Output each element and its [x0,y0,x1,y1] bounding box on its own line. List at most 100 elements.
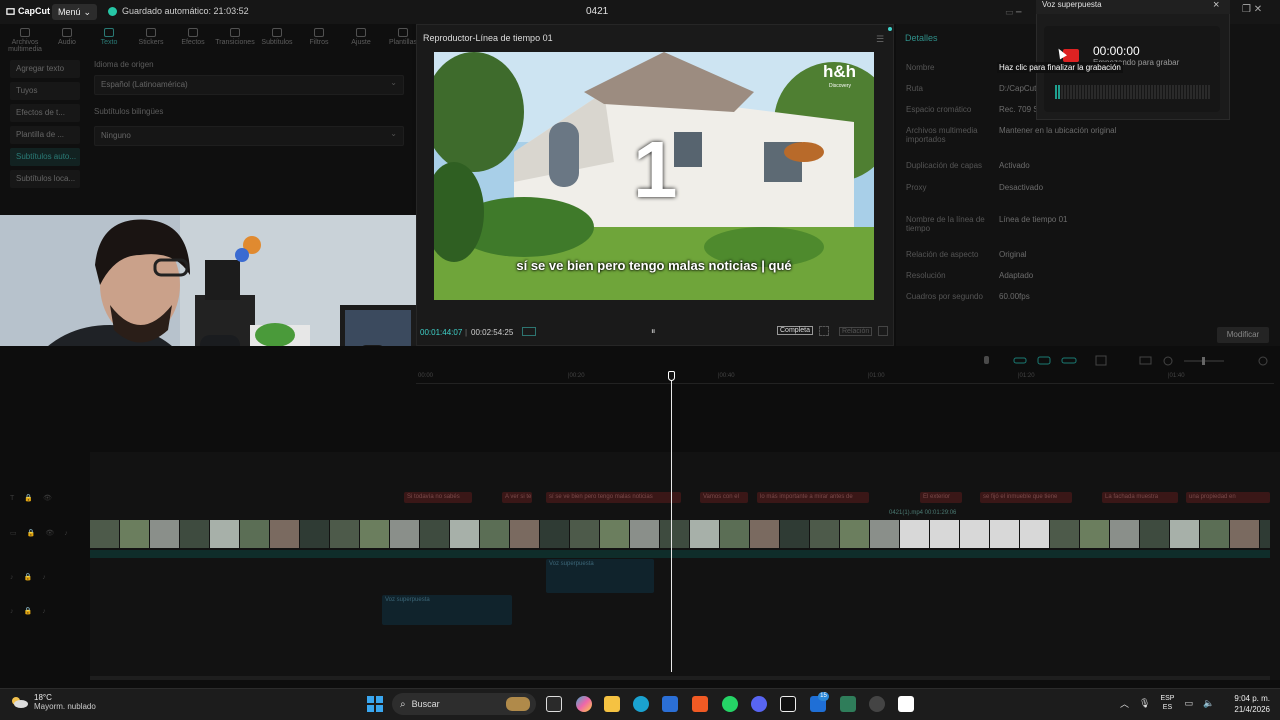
text-clip[interactable]: sí se ve bien pero tengo malas noticias [546,492,681,503]
text-clip[interactable]: Vamos con el [700,492,748,503]
playhead-handle[interactable] [668,371,675,381]
detail-label: Espacio cromático [906,105,972,114]
ruler-tick: |01:00 [868,373,885,379]
text-clip[interactable]: La fachada muestra [1102,492,1178,503]
voiceover-clip[interactable]: Voz superpuesta [546,559,654,593]
text-track-controls[interactable]: T🔒👁 [10,494,62,502]
tab-text[interactable]: Texto [88,28,130,53]
task-view-icon[interactable] [546,696,562,712]
network-icon[interactable]: ▭ [1184,698,1193,709]
waveform-icon[interactable] [522,327,536,336]
text-nav-item[interactable]: Tuyos [10,82,80,100]
taskbar-clock[interactable]: 9:04 p. m. 21/4/2026 [1228,693,1270,715]
player-menu-icon[interactable]: ☰ [876,34,884,45]
input-language[interactable]: ESP ES [1160,694,1174,712]
tab-media[interactable]: Archivos multimedia [4,28,46,53]
tiktok-icon[interactable] [780,696,796,712]
view-mode-button[interactable]: Completa [777,326,813,335]
voiceover-clip[interactable]: Voz superpuesta [382,595,512,625]
tab-audio[interactable]: Audio [46,28,88,53]
mic-tray-icon[interactable]: 🎙 [1139,698,1150,709]
source-language-select[interactable]: Español (Latinoamérica) [94,74,404,95]
tab-filter[interactable]: Filtros [298,28,340,53]
video-thumbnail [1230,520,1259,548]
meter-bar [1136,85,1138,99]
tab-adjust[interactable]: Ajuste [340,28,382,53]
meter-bar [1091,85,1093,99]
captions-settings: Idioma de origen Español (Latinoamérica)… [94,60,404,146]
meter-bar [1130,85,1132,99]
window-controls[interactable]: ❐ ✕ [1242,4,1262,15]
play-icon[interactable]: ⏸ [651,326,656,337]
whatsapp-icon[interactable] [722,696,738,712]
timeline-scrollbar[interactable] [90,676,1270,680]
aspect-ratio-button[interactable]: Relación [839,327,873,336]
text-clip[interactable]: una propiedad en [1186,492,1270,503]
text-clip[interactable]: Si todavía no sabés [404,492,472,503]
mic-icon [984,356,989,364]
video-clip-strip[interactable] [90,520,1270,548]
windows-start-icon[interactable] [367,696,383,712]
brave-icon[interactable] [692,696,708,712]
text-clip[interactable]: se fijó el inmueble que tiene [980,492,1072,503]
close-icon[interactable]: × [1213,0,1219,11]
capcut-taskbar-icon[interactable] [898,696,914,712]
crop-icon[interactable] [819,326,829,336]
text-nav-item[interactable]: Efectos de t... [10,104,80,122]
weather-widget[interactable]: 18°C Mayorm. nublado [10,693,96,711]
timeline-ruler[interactable]: 00:00 |00:20 |00:40 |01:00 |01:20 |01:40 [416,372,1274,384]
meter-bar [1076,85,1078,99]
chevron-up-icon[interactable]: ︿ [1120,697,1129,710]
meter-bar [1115,85,1117,99]
text-nav-item[interactable]: Agregar texto [10,60,80,78]
tab-transition[interactable]: Transiciones [214,28,256,53]
text-nav-item[interactable]: Subtítulos loca... [10,170,80,188]
fullscreen-icon[interactable] [878,326,888,336]
tab-label: Stickers [138,39,164,46]
tab-sticker[interactable]: Stickers [130,28,172,53]
text-clip[interactable]: A ver si te cuento [502,492,532,503]
file-explorer-icon[interactable] [604,696,620,712]
video-thumbnail [1050,520,1079,548]
bilingual-select[interactable]: Ninguno [94,125,404,146]
obs-icon[interactable] [869,696,885,712]
search-icon: ⌕ [400,698,406,710]
system-tray: ︿ 🎙 ESP ES ▭ 🔈 [1120,694,1214,712]
video-track-controls[interactable]: ▭🔒👁♪ [10,529,78,537]
video-thumbnail [420,520,449,548]
discord-icon[interactable] [751,696,767,712]
menu-button[interactable]: Menú ⌄ [52,4,98,20]
video-preview[interactable]: h&h Discovery 1 sí se ve bien pero tengo… [434,52,874,300]
video-thumbnail [1260,520,1270,548]
tab-captions[interactable]: Subtítulos [256,28,298,53]
tab-label: Subtítulos [261,39,293,46]
copilot-icon[interactable] [576,696,592,712]
detail-value: Activado [999,161,1030,170]
filter-icon [314,28,324,37]
timeline-toolbar[interactable] [416,352,1280,370]
text-nav-item[interactable]: Subtítulos auto... [10,148,80,166]
edge-icon[interactable] [633,696,649,712]
layout-icons[interactable]: ▭ ━ [1005,7,1021,18]
meter-bar [1073,85,1075,99]
audio-track-2-controls[interactable]: ♪🔒♪ [10,607,56,615]
modify-button[interactable]: Modificar [1217,327,1269,343]
meter-bar [1184,85,1186,99]
video-thumbnail [780,520,809,548]
toolbar-tabs: Archivos multimedia Audio Texto Stickers Efe… [4,28,424,53]
notes-icon[interactable] [840,696,856,712]
video-thumbnail [1140,520,1169,548]
store-icon[interactable] [662,696,678,712]
tab-effects[interactable]: Efectos [172,28,214,53]
text-nav-item[interactable]: Plantilla de ... [10,126,80,144]
text-clip[interactable]: El exterior [920,492,962,503]
taskbar-search[interactable]: ⌕ Buscar [392,693,536,715]
tab-label: Texto [100,39,118,46]
volume-icon[interactable]: 🔈 [1203,698,1214,709]
text-clip[interactable]: lo más importante a mirar antes de [757,492,869,503]
template-icon [398,28,408,37]
tab-label: Efectos [181,39,205,46]
tab-label: Archivos multimedia [8,39,42,53]
audio-track-controls[interactable]: ♪🔒♪ [10,573,56,581]
playhead[interactable] [671,372,672,672]
